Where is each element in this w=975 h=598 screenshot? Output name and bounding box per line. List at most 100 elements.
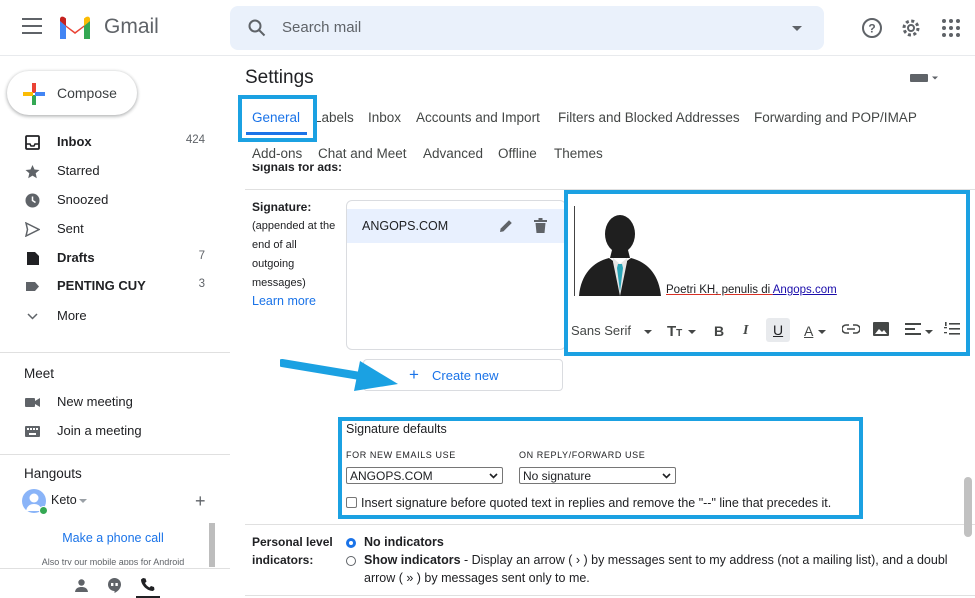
label-icon (26, 282, 39, 291)
help-icon[interactable]: ? (860, 16, 884, 40)
caret-down-icon[interactable] (79, 499, 87, 503)
video-camera-icon (25, 398, 40, 407)
page-title: Settings (245, 67, 314, 88)
svg-text:?: ? (868, 22, 875, 36)
nav-item-drafts[interactable]: Drafts 7 (0, 244, 220, 272)
search-icon[interactable] (248, 19, 266, 37)
nav-label: PENTING CUY (57, 278, 146, 293)
show-indicators-radio[interactable] (346, 556, 356, 566)
sidebar-scrollbar[interactable] (209, 523, 215, 567)
nav-label: Drafts (57, 250, 95, 265)
learn-more-link[interactable]: Learn more (252, 294, 316, 308)
send-icon (25, 222, 40, 237)
tab-themes[interactable]: Themes (554, 146, 603, 161)
plus-icon (23, 83, 45, 105)
nav-item-sent[interactable]: Sent (0, 215, 220, 243)
phone-tab[interactable] (136, 572, 160, 598)
divider (245, 524, 975, 525)
chevron-down-icon (27, 313, 38, 320)
no-indicators-label: No indicators (364, 535, 444, 549)
nav-item-snoozed[interactable]: Snoozed (0, 186, 220, 214)
create-new-label: Create new (432, 368, 499, 383)
show-indicators-label-line2: arrow ( » ) by messages sent only to me. (364, 571, 590, 585)
sidebar: Compose Inbox 424 Starred Snoozed Sent D… (0, 57, 230, 598)
signature-desc-2: end of all (252, 239, 297, 251)
tab-advanced[interactable]: Advanced (423, 146, 483, 161)
nav-count: 424 (185, 134, 205, 146)
hangouts-panel: Make a phone call Also try our mobile ap… (20, 523, 216, 567)
mobile-apps-promo: Also try our mobile apps for Android (41, 557, 185, 565)
signature-item[interactable]: ANGOPS.COM (347, 209, 565, 243)
online-status-dot (39, 506, 48, 515)
settings-panel: Settings General Labels Inbox Accounts a… (230, 57, 975, 598)
highlight-box-signature-defaults (338, 417, 863, 519)
tab-filters-and-blocked-addresses[interactable]: Filters and Blocked Addresses (558, 110, 740, 125)
tab-inbox[interactable]: Inbox (368, 110, 401, 125)
signature-label: Signature: (252, 200, 312, 214)
avatar[interactable] (22, 489, 48, 515)
new-meeting-label: New meeting (57, 394, 133, 409)
indicators-label-1: Personal level (252, 535, 333, 549)
nav-count: 3 (198, 278, 205, 290)
nav-label: Inbox (57, 134, 92, 149)
nav-label: More (57, 308, 87, 323)
main-menu-icon[interactable] (22, 18, 42, 34)
gmail-logo-icon[interactable] (58, 15, 92, 41)
compose-button[interactable]: Compose (7, 71, 137, 115)
hangouts-chat-icon[interactable] (107, 577, 122, 593)
cut-row: Signals for ads: (230, 164, 975, 174)
nav-label: Sent (57, 221, 84, 236)
tab-offline[interactable]: Offline (498, 146, 537, 161)
delete-trash-icon[interactable] (534, 218, 547, 233)
draft-icon (27, 252, 39, 265)
main-scrollbar[interactable] (964, 477, 972, 537)
signature-desc-4: messages) (252, 277, 306, 289)
divider (0, 568, 230, 569)
search-input[interactable]: Search mail (282, 19, 361, 36)
divider (245, 595, 975, 596)
tab-forwarding-pop-imap[interactable]: Forwarding and POP/IMAP (754, 110, 917, 125)
person-icon[interactable] (74, 578, 89, 593)
hangouts-heading: Hangouts (24, 466, 82, 481)
join-meeting-item[interactable]: Join a meeting (0, 417, 220, 445)
search-options-icon[interactable] (792, 26, 802, 31)
add-hangout-icon[interactable]: + (195, 491, 206, 512)
nav-item-inbox[interactable]: Inbox 424 (0, 128, 220, 156)
edit-pencil-icon[interactable] (499, 219, 513, 233)
highlight-box-signature-editor (564, 190, 970, 356)
search-bar[interactable]: Search mail (230, 6, 824, 50)
join-meeting-label: Join a meeting (57, 423, 142, 438)
tab-add-ons[interactable]: Add-ons (252, 146, 302, 161)
new-meeting-item[interactable]: New meeting (0, 388, 220, 416)
compose-label: Compose (57, 85, 117, 101)
tab-chat-and-meet[interactable]: Chat and Meet (318, 146, 407, 161)
signature-list: ANGOPS.COM (346, 200, 566, 350)
tab-labels[interactable]: Labels (314, 110, 354, 125)
nav-item-more[interactable]: More (0, 302, 220, 330)
plus-icon: + (409, 365, 419, 384)
top-bar: Gmail Search mail ? (0, 0, 975, 56)
tab-accounts-and-import[interactable]: Accounts and Import (416, 110, 540, 125)
input-tools-keyboard-icon[interactable] (910, 73, 938, 83)
meet-heading: Meet (24, 366, 55, 381)
no-indicators-radio[interactable] (346, 538, 356, 548)
divider (0, 454, 230, 455)
nav-label: Starred (57, 163, 100, 178)
star-icon (25, 165, 40, 179)
nav-label: Snoozed (57, 192, 109, 207)
nav-item-starred[interactable]: Starred (0, 157, 220, 185)
app-title: Gmail (104, 15, 159, 38)
highlight-box-general-tab (238, 95, 317, 142)
signals-for-ads-label: Signals for ads: (252, 164, 343, 174)
clock-icon (25, 193, 40, 208)
make-phone-call-link[interactable]: Make a phone call (20, 531, 206, 545)
apps-grid-icon[interactable] (939, 16, 963, 40)
divider (0, 352, 230, 353)
indicators-label-2: indicators: (252, 553, 314, 567)
annotation-arrow-icon (280, 359, 398, 391)
settings-gear-icon[interactable] (899, 16, 923, 40)
hangouts-user[interactable]: Keto (51, 493, 77, 507)
inbox-icon (25, 135, 40, 150)
signature-desc-3: outgoing (252, 258, 295, 270)
nav-item-penting-cuy[interactable]: PENTING CUY 3 (0, 272, 220, 300)
